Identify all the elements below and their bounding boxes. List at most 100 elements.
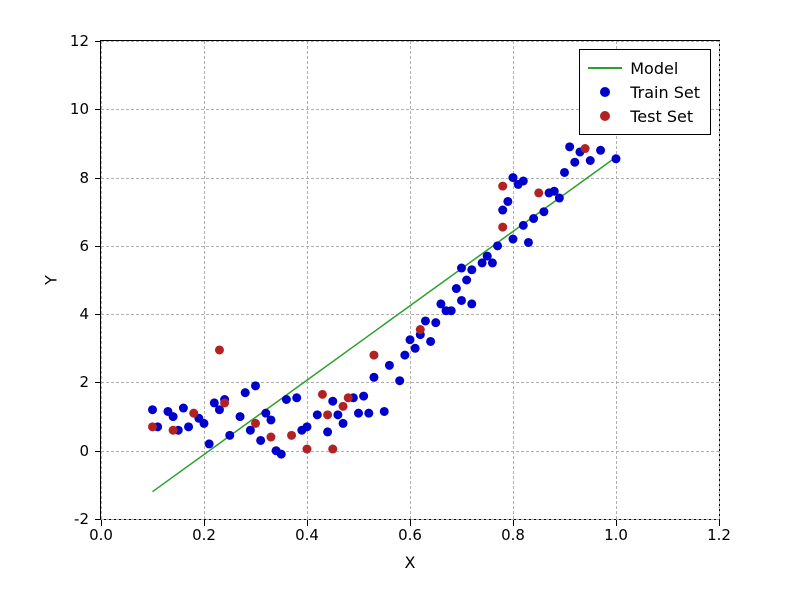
x-tick-label: 0.4 — [295, 526, 319, 544]
train-point — [426, 337, 435, 346]
test-point — [148, 422, 157, 431]
test-point — [323, 410, 332, 419]
train-point — [493, 241, 502, 250]
y-tick-label: 0 — [79, 442, 89, 460]
test-point — [251, 419, 260, 428]
test-point — [534, 188, 543, 197]
test-point — [169, 426, 178, 435]
train-point — [251, 381, 260, 390]
train-point — [586, 156, 595, 165]
y-tick-label: 10 — [70, 100, 89, 118]
y-tick-label: -2 — [74, 510, 89, 528]
train-point — [369, 373, 378, 382]
y-tick-label: 2 — [79, 373, 89, 391]
train-point — [498, 206, 507, 215]
train-point — [359, 392, 368, 401]
y-tick-label: 4 — [79, 305, 89, 323]
train-point — [354, 409, 363, 418]
legend-entry-test: Test Set — [588, 104, 700, 128]
train-point — [323, 427, 332, 436]
train-point — [519, 221, 528, 230]
train-point — [328, 397, 337, 406]
train-point — [225, 431, 234, 440]
train-point — [596, 146, 605, 155]
train-point — [406, 335, 415, 344]
test-point — [189, 409, 198, 418]
train-point — [519, 176, 528, 185]
train-point — [529, 214, 538, 223]
train-point — [241, 388, 250, 397]
train-point — [457, 296, 466, 305]
train-point — [339, 419, 348, 428]
test-point — [318, 390, 327, 399]
y-axis-label: Y — [41, 275, 60, 285]
train-point — [333, 410, 342, 419]
train-point — [380, 407, 389, 416]
test-point — [215, 345, 224, 354]
train-point — [303, 422, 312, 431]
train-point — [277, 450, 286, 459]
y-tick-label: 8 — [79, 169, 89, 187]
train-point — [411, 344, 420, 353]
train-point — [179, 404, 188, 413]
x-tick-label: 0.2 — [192, 526, 216, 544]
train-point — [524, 238, 533, 247]
train-point — [385, 361, 394, 370]
train-point — [452, 284, 461, 293]
test-point — [498, 182, 507, 191]
x-tick-label: 1.0 — [604, 526, 628, 544]
legend-line-icon — [588, 58, 622, 78]
axes: 0.00.20.40.60.81.01.2-2024681012 X Y Mod… — [100, 40, 720, 520]
model-line — [153, 157, 617, 492]
train-point — [266, 415, 275, 424]
legend-entry-train: Train Set — [588, 80, 700, 104]
test-point — [220, 398, 229, 407]
train-point — [148, 405, 157, 414]
train-point — [612, 154, 621, 163]
train-point — [400, 351, 409, 360]
test-point — [581, 144, 590, 153]
test-point — [328, 445, 337, 454]
train-point — [256, 436, 265, 445]
test-point — [416, 325, 425, 334]
train-point — [292, 393, 301, 402]
x-tick-label: 0.6 — [398, 526, 422, 544]
test-point — [303, 445, 312, 454]
train-point — [509, 235, 518, 244]
train-point — [570, 158, 579, 167]
figure: 0.00.20.40.60.81.01.2-2024681012 X Y Mod… — [0, 0, 800, 600]
train-point — [236, 412, 245, 421]
train-point — [184, 422, 193, 431]
train-point — [539, 207, 548, 216]
legend: Model Train Set Test Set — [579, 49, 711, 135]
legend-label: Train Set — [630, 83, 700, 102]
y-tick-label: 6 — [79, 237, 89, 255]
legend-label: Test Set — [630, 107, 693, 126]
train-point — [503, 197, 512, 206]
test-point — [344, 393, 353, 402]
x-tick-label: 1.2 — [707, 526, 731, 544]
train-point — [467, 265, 476, 274]
train-point — [462, 276, 471, 285]
train-point — [169, 412, 178, 421]
test-point — [266, 433, 275, 442]
train-point — [488, 258, 497, 267]
y-tick-label: 12 — [70, 32, 89, 50]
train-point — [205, 439, 214, 448]
x-tick-label: 0.8 — [501, 526, 525, 544]
train-point — [200, 419, 209, 428]
legend-dot-icon — [588, 82, 622, 102]
test-point — [287, 431, 296, 440]
test-point — [339, 402, 348, 411]
legend-entry-model: Model — [588, 56, 700, 80]
train-point — [313, 410, 322, 419]
x-tick-label: 0.0 — [89, 526, 113, 544]
train-point — [395, 376, 404, 385]
train-point — [565, 142, 574, 151]
train-point — [421, 316, 430, 325]
train-point — [282, 395, 291, 404]
train-point — [457, 264, 466, 273]
train-point — [431, 318, 440, 327]
train-point — [364, 409, 373, 418]
test-point — [498, 223, 507, 232]
